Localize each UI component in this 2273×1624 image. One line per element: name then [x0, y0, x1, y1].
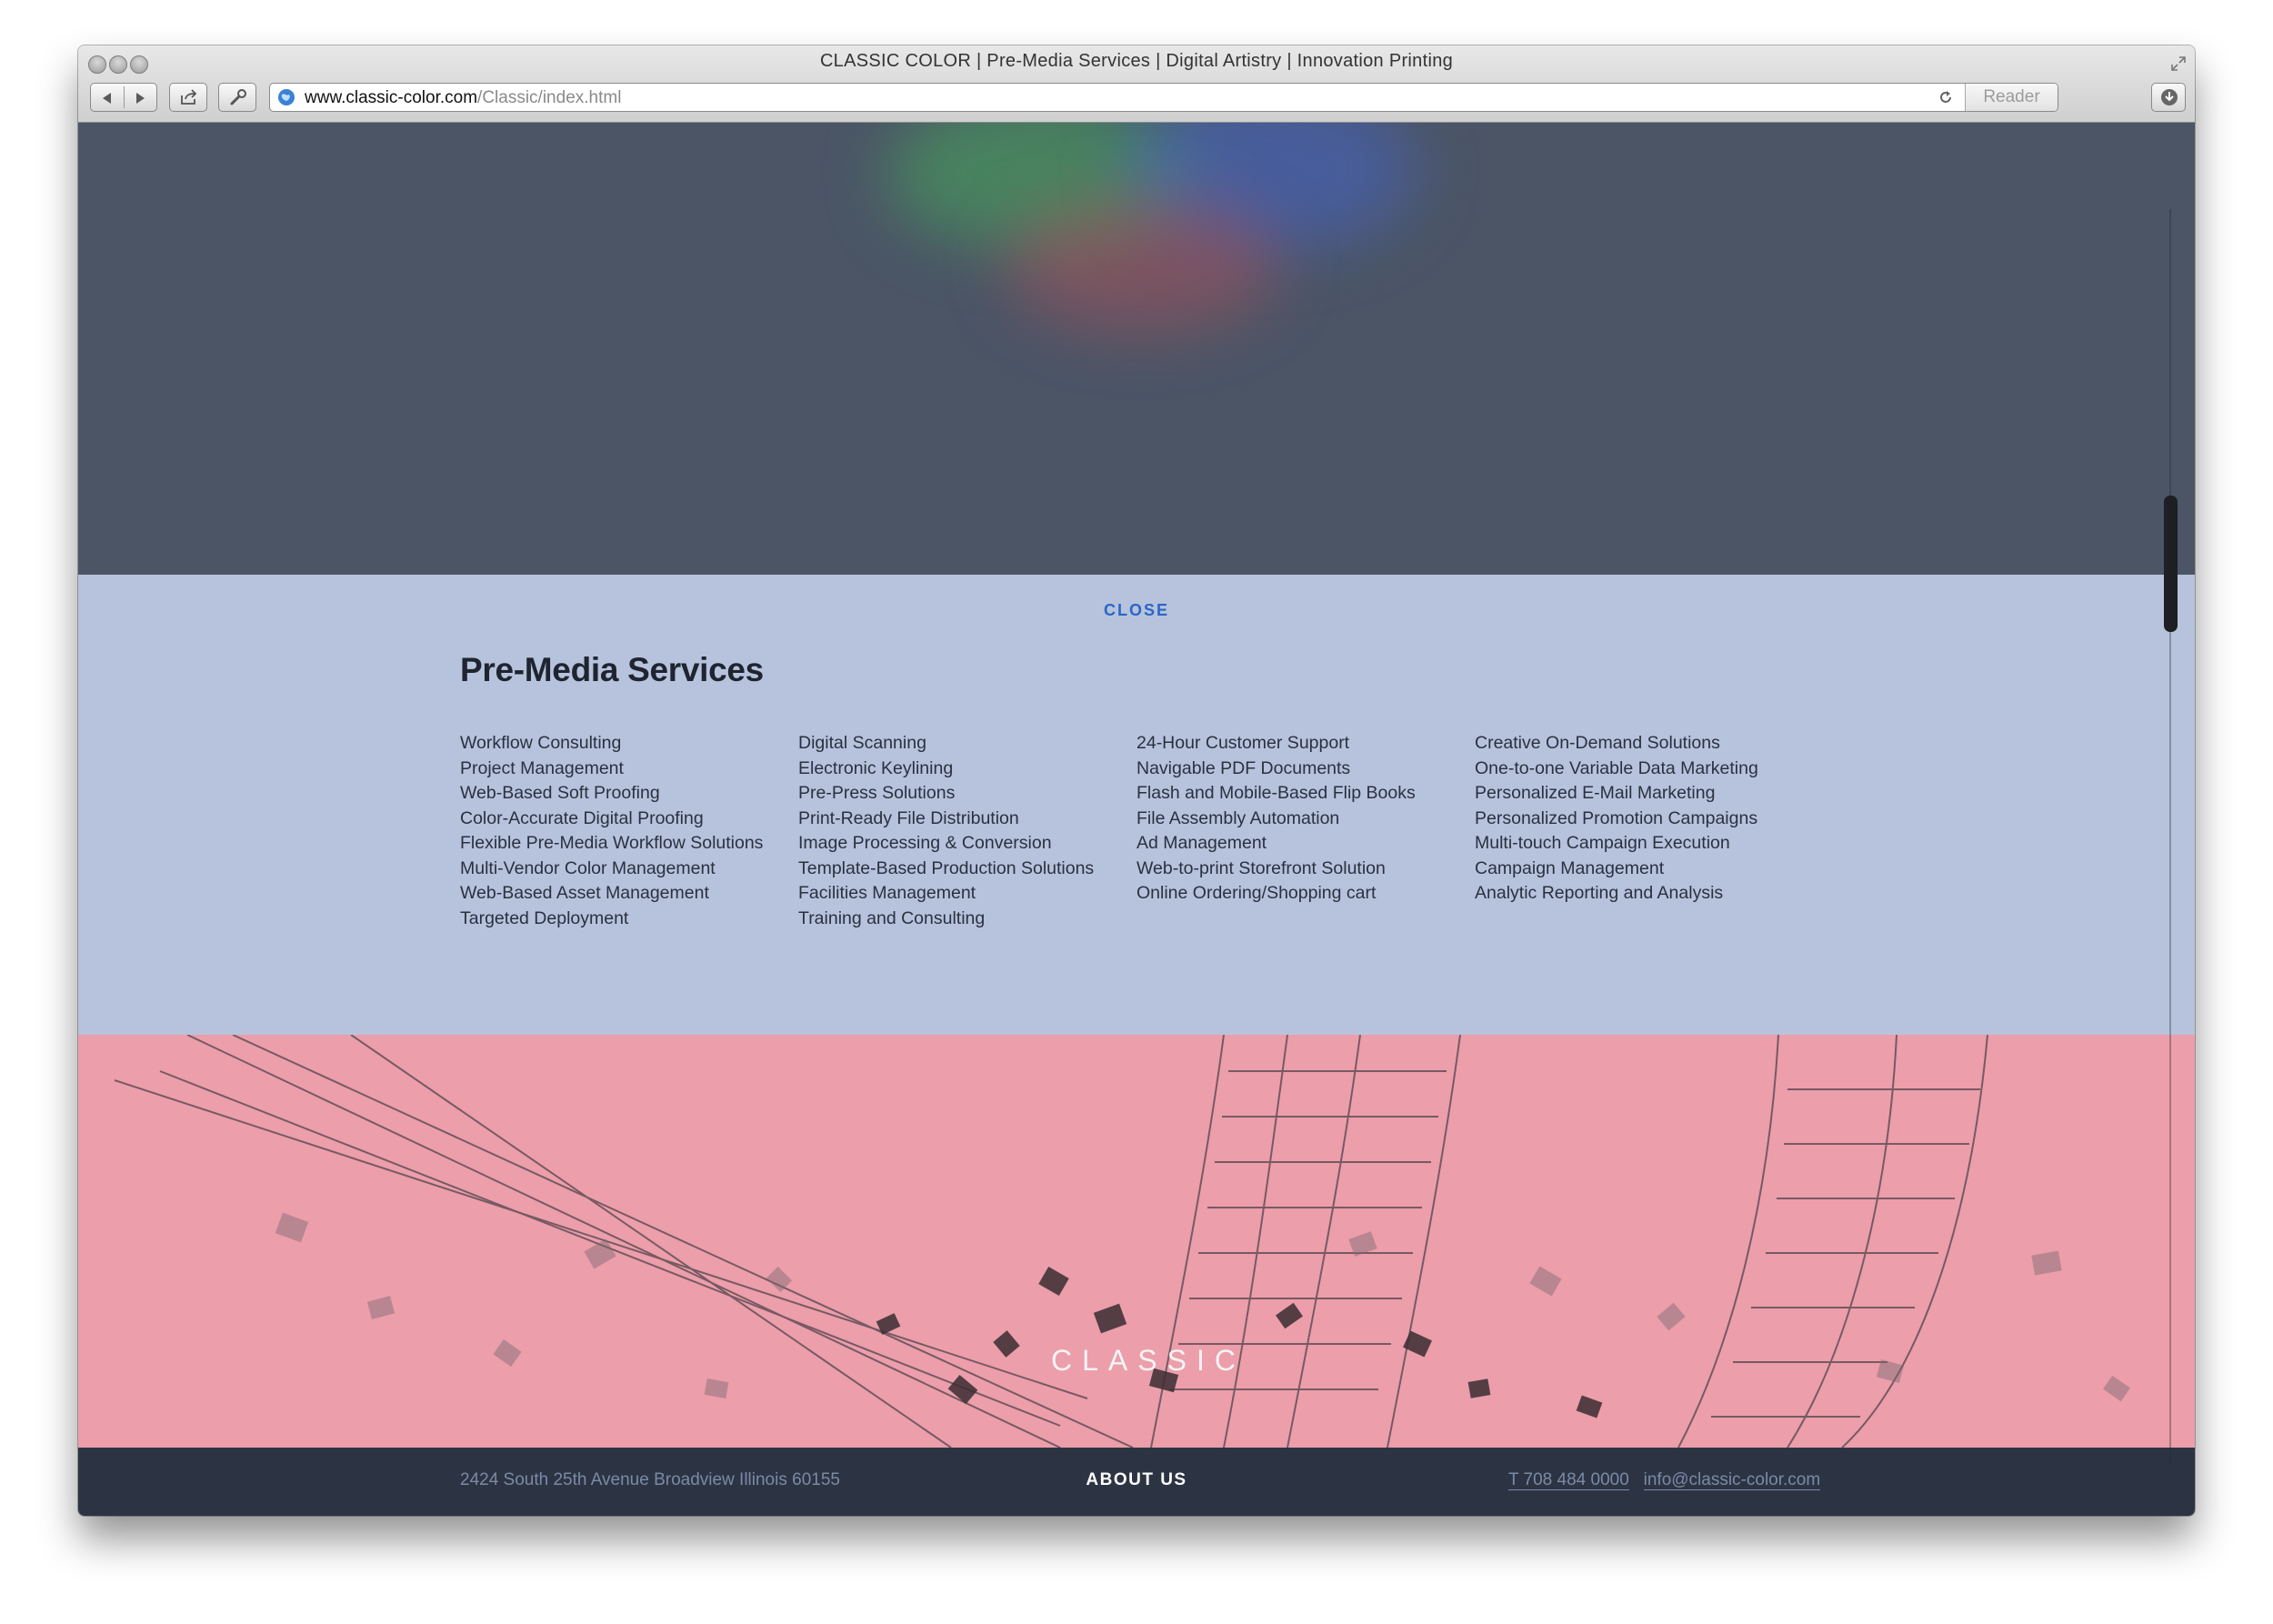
service-item: Digital Scanning: [798, 733, 926, 753]
service-item: Web-to-print Storefront Solution: [1136, 857, 1386, 878]
service-item: Analytic Reporting and Analysis: [1475, 883, 1724, 903]
close-link[interactable]: CLOSE: [78, 601, 2195, 620]
window-title: CLASSIC COLOR | Pre-Media Services | Dig…: [819, 51, 1454, 71]
service-item: 24-Hour Customer Support: [1136, 733, 1350, 753]
service-item: Online Ordering/Shopping cart: [1136, 883, 1377, 903]
settings-button[interactable]: [218, 83, 256, 112]
services-column-3: 24-Hour Customer Support Navigable PDF D…: [1136, 731, 1416, 907]
reload-icon[interactable]: [1938, 89, 1954, 105]
url-path: /Classic/index.html: [477, 88, 622, 107]
forward-arrow-icon[interactable]: [131, 89, 149, 107]
nav-separator: [124, 86, 125, 108]
service-item: Project Management: [460, 757, 624, 778]
service-item: Pre-Press Solutions: [798, 783, 956, 803]
service-item: One-to-one Variable Data Marketing: [1475, 757, 1758, 778]
browser-window: CLASSIC COLOR | Pre-Media Services | Dig…: [78, 45, 2195, 1516]
service-item: Flexible Pre-Media Workflow Solutions: [460, 833, 764, 853]
service-item: Image Processing & Conversion: [798, 833, 1052, 853]
address-bar[interactable]: www.classic-color.com/Classic/index.html…: [269, 83, 2058, 112]
reader-button[interactable]: Reader: [1965, 84, 2058, 111]
red-light-glow: [1006, 195, 1278, 332]
scrollbar-track[interactable]: [2169, 209, 2171, 1462]
footer-contact: T 708 484 0000 info@classic-color.com: [1508, 1470, 1821, 1490]
service-item: Targeted Deployment: [460, 907, 629, 928]
service-item: Color-Accurate Digital Proofing: [460, 807, 704, 828]
phone-link[interactable]: T 708 484 0000: [1508, 1470, 1629, 1490]
url-text[interactable]: www.classic-color.com/Classic/index.html: [305, 88, 621, 108]
globe-icon: [278, 89, 295, 105]
section-title: Pre-Media Services: [460, 651, 764, 688]
back-arrow-icon[interactable]: [98, 89, 116, 107]
service-item: Web-Based Soft Proofing: [460, 783, 660, 803]
service-item: Workflow Consulting: [460, 733, 622, 753]
page-viewport: CLOSE Pre-Media Services Workflow Consul…: [78, 123, 2195, 1516]
share-button[interactable]: [169, 83, 207, 112]
service-item: Web-Based Asset Management: [460, 883, 709, 903]
downloads-button[interactable]: [2151, 83, 2186, 112]
service-item: Template-Based Production Solutions: [798, 857, 1095, 878]
services-panel: CLOSE Pre-Media Services Workflow Consul…: [78, 575, 2195, 1035]
services-column-1: Workflow Consulting Project Management W…: [460, 731, 763, 931]
service-item: Personalized E-Mail Marketing: [1475, 783, 1716, 803]
services-column-4: Creative On-Demand Solutions One-to-one …: [1475, 731, 1758, 907]
scrollbar-thumb[interactable]: [2164, 496, 2178, 632]
service-item: Navigable PDF Documents: [1136, 757, 1351, 778]
service-item: Multi-touch Campaign Execution: [1475, 833, 1730, 853]
classic-logo[interactable]: CLASSIC: [1051, 1344, 1236, 1378]
service-item: Multi-Vendor Color Management: [460, 857, 716, 878]
hero-image: [78, 123, 2195, 575]
site-footer: 2424 South 25th Avenue Broadview Illinoi…: [78, 1448, 2195, 1516]
share-icon: [181, 89, 197, 105]
service-item: Ad Management: [1136, 833, 1267, 853]
service-item: Campaign Management: [1475, 857, 1665, 878]
service-item: Flash and Mobile-Based Flip Books: [1136, 783, 1416, 803]
url-domain: www.classic-color.com: [305, 88, 478, 107]
wrench-icon: [230, 89, 246, 105]
service-item: File Assembly Automation: [1136, 807, 1340, 828]
service-item: Training and Consulting: [798, 907, 986, 928]
banner-artwork: CLASSIC: [78, 1035, 2195, 1448]
fullscreen-icon[interactable]: [2169, 55, 2188, 73]
browser-toolbar: CLASSIC COLOR | Pre-Media Services | Dig…: [78, 45, 2195, 123]
service-item: Facilities Management: [798, 883, 976, 903]
about-us-link[interactable]: ABOUT US: [78, 1470, 2195, 1490]
email-link[interactable]: info@classic-color.com: [1643, 1470, 1821, 1490]
wireframe-artwork: [114, 1035, 2130, 1448]
service-item: Creative On-Demand Solutions: [1475, 733, 1720, 753]
service-item: Print-Ready File Distribution: [798, 807, 1019, 828]
download-icon: [2161, 89, 2178, 105]
services-column-2: Digital Scanning Electronic Keylining Pr…: [798, 731, 1094, 931]
service-item: Personalized Promotion Campaigns: [1475, 807, 1758, 828]
navigation-buttons: [90, 83, 157, 112]
service-item: Electronic Keylining: [798, 757, 954, 778]
